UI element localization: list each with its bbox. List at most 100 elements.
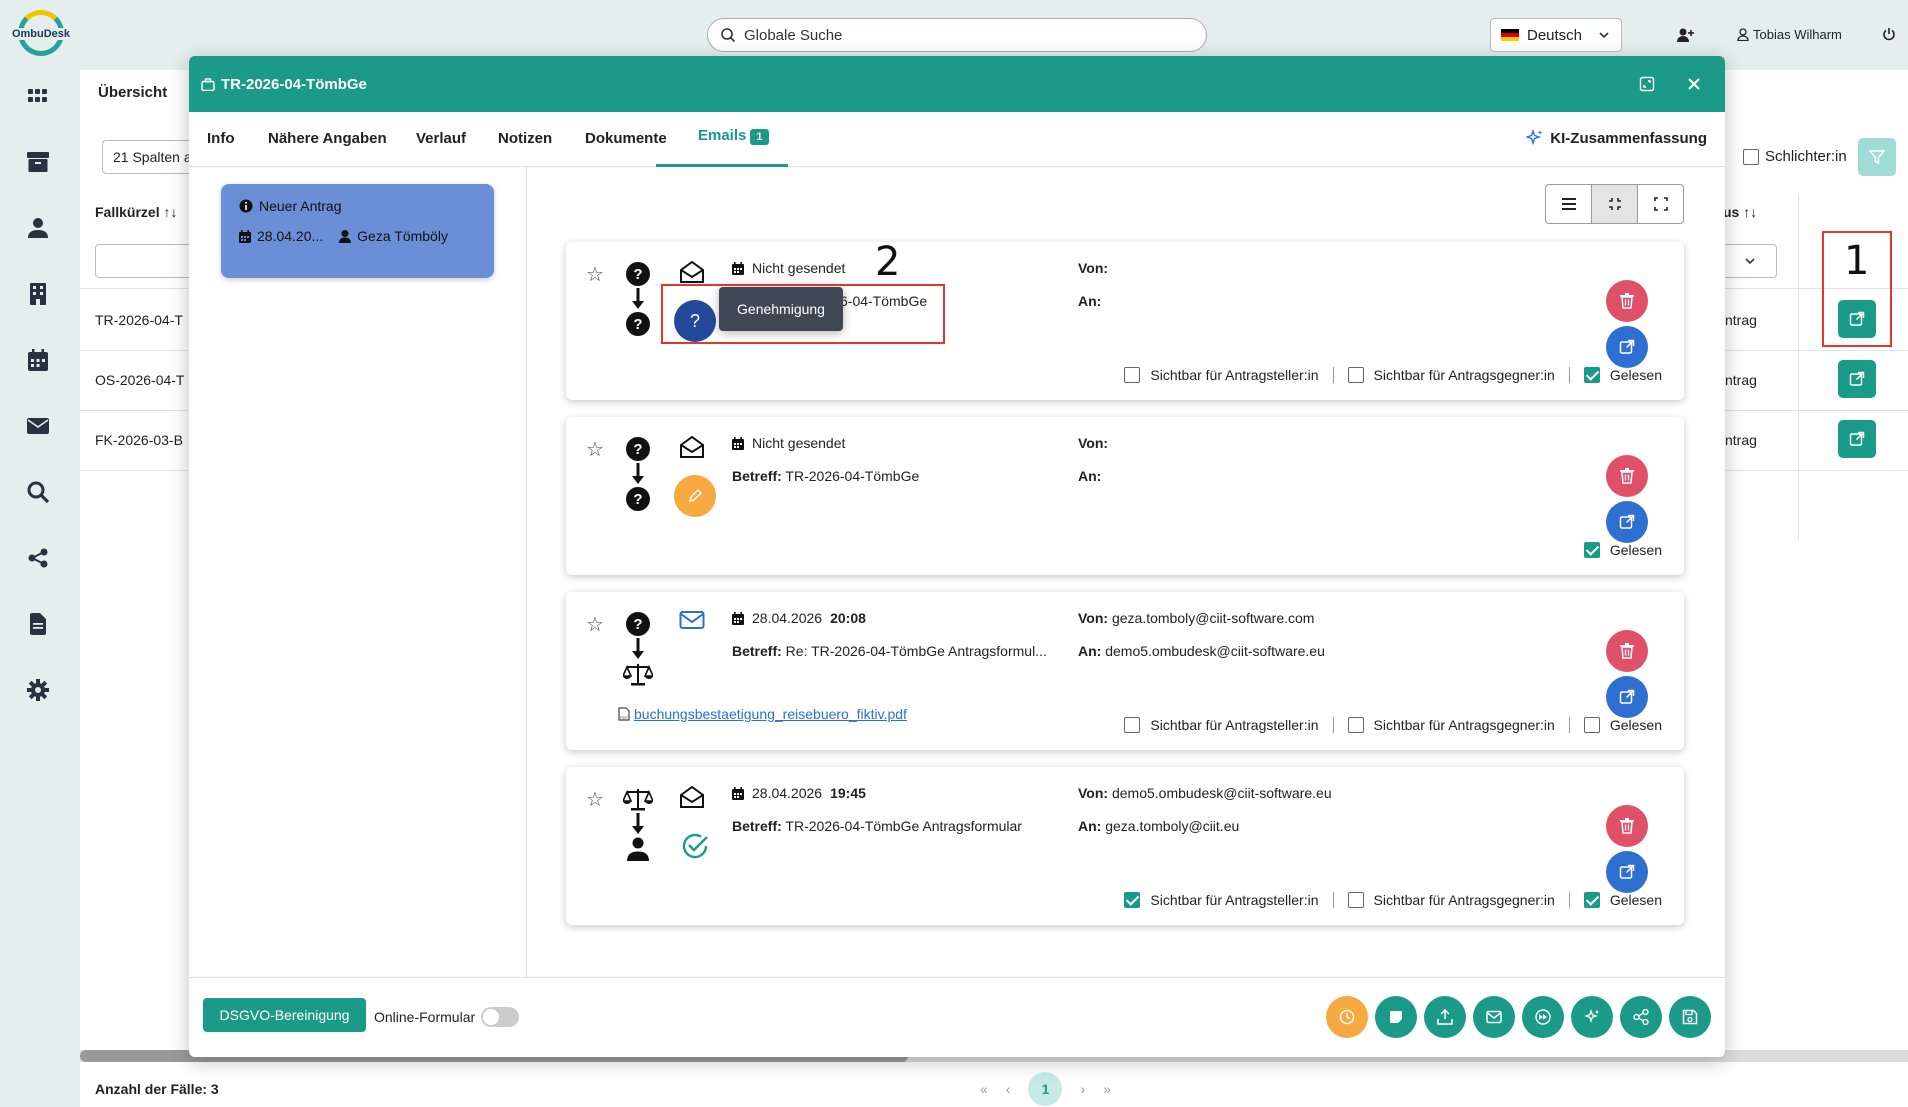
tab-info[interactable]: Info — [207, 130, 235, 147]
close-button[interactable] — [1684, 74, 1704, 94]
star-icon[interactable]: ☆ — [586, 262, 604, 287]
list-view-button[interactable] — [1546, 185, 1592, 223]
open-case-button[interactable] — [1838, 420, 1876, 458]
delete-email-button[interactable] — [1606, 455, 1648, 497]
gdpr-cleanup-button[interactable]: DSGVO-Bereinigung — [203, 998, 366, 1032]
dashboard-icon[interactable] — [26, 84, 50, 108]
online-form-toggle[interactable] — [481, 1007, 520, 1027]
visible-applicant-checkbox[interactable] — [1124, 367, 1141, 383]
star-icon[interactable]: ☆ — [586, 612, 604, 637]
read-checkbox[interactable] — [1583, 367, 1600, 383]
compact-view-button[interactable] — [1592, 185, 1638, 223]
tab-details[interactable]: Nähere Angaben — [268, 130, 387, 147]
external-link-icon — [1619, 514, 1635, 529]
from-address: geza.tomboly@ciit-software.com — [1111, 610, 1315, 626]
attachment-link[interactable]: PDF buchungsbestaetigung_reisebuero_fikt… — [618, 706, 907, 722]
table-row-id[interactable]: FK-2026-03-B — [95, 432, 183, 448]
email-card[interactable]: ☆ ? 28.04.2026 20:08 Betreff: Re: TR-202… — [566, 592, 1684, 750]
column-header-case-id[interactable]: Fallkürzel ↑↓ — [95, 204, 177, 220]
case-card[interactable]: Neuer Antrag 28.04.20... Geza Tömböly — [221, 184, 494, 278]
open-case-button[interactable] — [1838, 360, 1876, 398]
global-search-input[interactable]: Globale Suche — [707, 18, 1207, 52]
first-page-button[interactable]: « — [980, 1081, 988, 1097]
settings-gear-icon[interactable] — [26, 678, 50, 702]
next-page-button[interactable]: › — [1080, 1081, 1085, 1097]
email-card[interactable]: ☆ 28.04.2026 19:45 Betreff: TR-2026-04-T… — [566, 767, 1684, 925]
language-select[interactable]: Deutsch — [1490, 18, 1622, 52]
email-from: Von: demo5.ombudesk@ciit-software.eu — [1078, 785, 1332, 801]
external-link-icon — [1849, 371, 1865, 386]
forward-button[interactable] — [1522, 996, 1564, 1038]
visible-applicant-checkbox[interactable] — [1124, 892, 1141, 908]
note-button[interactable] — [1375, 996, 1417, 1038]
schlichter-checkbox[interactable]: Schlichter:in — [1743, 148, 1847, 165]
list-icon — [1561, 198, 1576, 210]
open-email-button[interactable] — [1606, 851, 1648, 893]
current-page-button[interactable]: 1 — [1028, 1072, 1063, 1106]
column-header-status[interactable]: us ↑↓ — [1723, 204, 1757, 220]
table-row-id[interactable]: OS-2026-04-T — [95, 372, 184, 388]
power-icon[interactable] — [1882, 27, 1896, 41]
upload-button[interactable] — [1424, 996, 1466, 1038]
sort-icon[interactable]: ↑↓ — [1743, 204, 1757, 220]
email-to: An: — [1078, 293, 1101, 309]
sort-icon[interactable]: ↑↓ — [163, 204, 177, 220]
app-logo[interactable]: OmbuDesk — [4, 10, 78, 64]
tab-documents[interactable]: Dokumente — [585, 130, 667, 147]
email-to: An: demo5.ombudesk@ciit-software.eu — [1078, 643, 1325, 659]
checkbox-box[interactable] — [1743, 148, 1759, 165]
add-user-icon[interactable] — [1676, 27, 1694, 43]
ai-button[interactable] — [1571, 996, 1613, 1038]
save-button[interactable] — [1669, 996, 1711, 1038]
tab-notes[interactable]: Notizen — [498, 130, 552, 147]
case-date: 28.04.20... — [257, 228, 324, 244]
maximize-button[interactable] — [1637, 74, 1657, 94]
visible-applicant-checkbox[interactable] — [1124, 717, 1141, 733]
archive-icon[interactable] — [26, 150, 50, 174]
read-checkbox[interactable] — [1583, 542, 1600, 558]
document-nav-icon[interactable] — [26, 612, 50, 636]
ai-summary-button[interactable]: KI-Zusammenfassung — [1526, 129, 1707, 147]
mail-icon[interactable] — [26, 414, 50, 438]
tab-overview[interactable]: Übersicht — [98, 84, 167, 101]
reminder-button[interactable] — [1326, 996, 1368, 1038]
upload-icon — [1437, 1009, 1453, 1025]
visible-respondent-checkbox[interactable] — [1347, 717, 1364, 733]
to-label: An: — [1078, 293, 1102, 309]
tab-emails[interactable]: Emails 1 — [698, 127, 769, 145]
table-row-id[interactable]: TR-2026-04-T — [95, 312, 183, 328]
visible-respondent-checkbox[interactable] — [1347, 892, 1364, 908]
calendar-icon[interactable] — [26, 348, 50, 372]
email-card[interactable]: ☆ ? ? Nicht gesendet Betreff: TR-2026-04… — [566, 417, 1684, 575]
search-nav-icon[interactable] — [26, 480, 50, 504]
open-email-button[interactable] — [1606, 501, 1648, 543]
open-email-button[interactable] — [1606, 676, 1648, 718]
person-icon[interactable] — [26, 216, 50, 240]
delete-email-button[interactable] — [1606, 280, 1648, 322]
prev-page-button[interactable]: ‹ — [1006, 1081, 1011, 1097]
send-email-button[interactable] — [1473, 996, 1515, 1038]
tab-history[interactable]: Verlauf — [416, 130, 466, 147]
user-name[interactable]: Tobias Wilharm — [1753, 27, 1842, 42]
online-form-toggle-row: Online-Formular — [374, 1007, 520, 1027]
delete-email-button[interactable] — [1606, 630, 1648, 672]
delete-email-button[interactable] — [1606, 805, 1648, 847]
visible-respondent-checkbox[interactable] — [1347, 367, 1364, 383]
building-icon[interactable] — [26, 282, 50, 306]
read-checkbox[interactable] — [1583, 717, 1600, 733]
filter-button[interactable] — [1858, 138, 1896, 176]
star-icon[interactable]: ☆ — [586, 787, 604, 812]
pencil-icon[interactable] — [674, 475, 716, 517]
briefcase-icon — [201, 77, 215, 91]
last-page-button[interactable]: » — [1103, 1081, 1111, 1097]
column-divider — [1798, 195, 1799, 540]
star-icon[interactable]: ☆ — [586, 437, 604, 462]
from-label: Von: — [1078, 260, 1109, 276]
fullscreen-view-button[interactable] — [1638, 185, 1683, 223]
open-email-button[interactable] — [1606, 326, 1648, 368]
email-direction — [622, 787, 654, 861]
share-nav-icon[interactable] — [26, 546, 50, 570]
status-filter-select[interactable] — [1723, 244, 1777, 278]
share-button[interactable] — [1620, 996, 1662, 1038]
read-checkbox[interactable] — [1583, 892, 1600, 908]
